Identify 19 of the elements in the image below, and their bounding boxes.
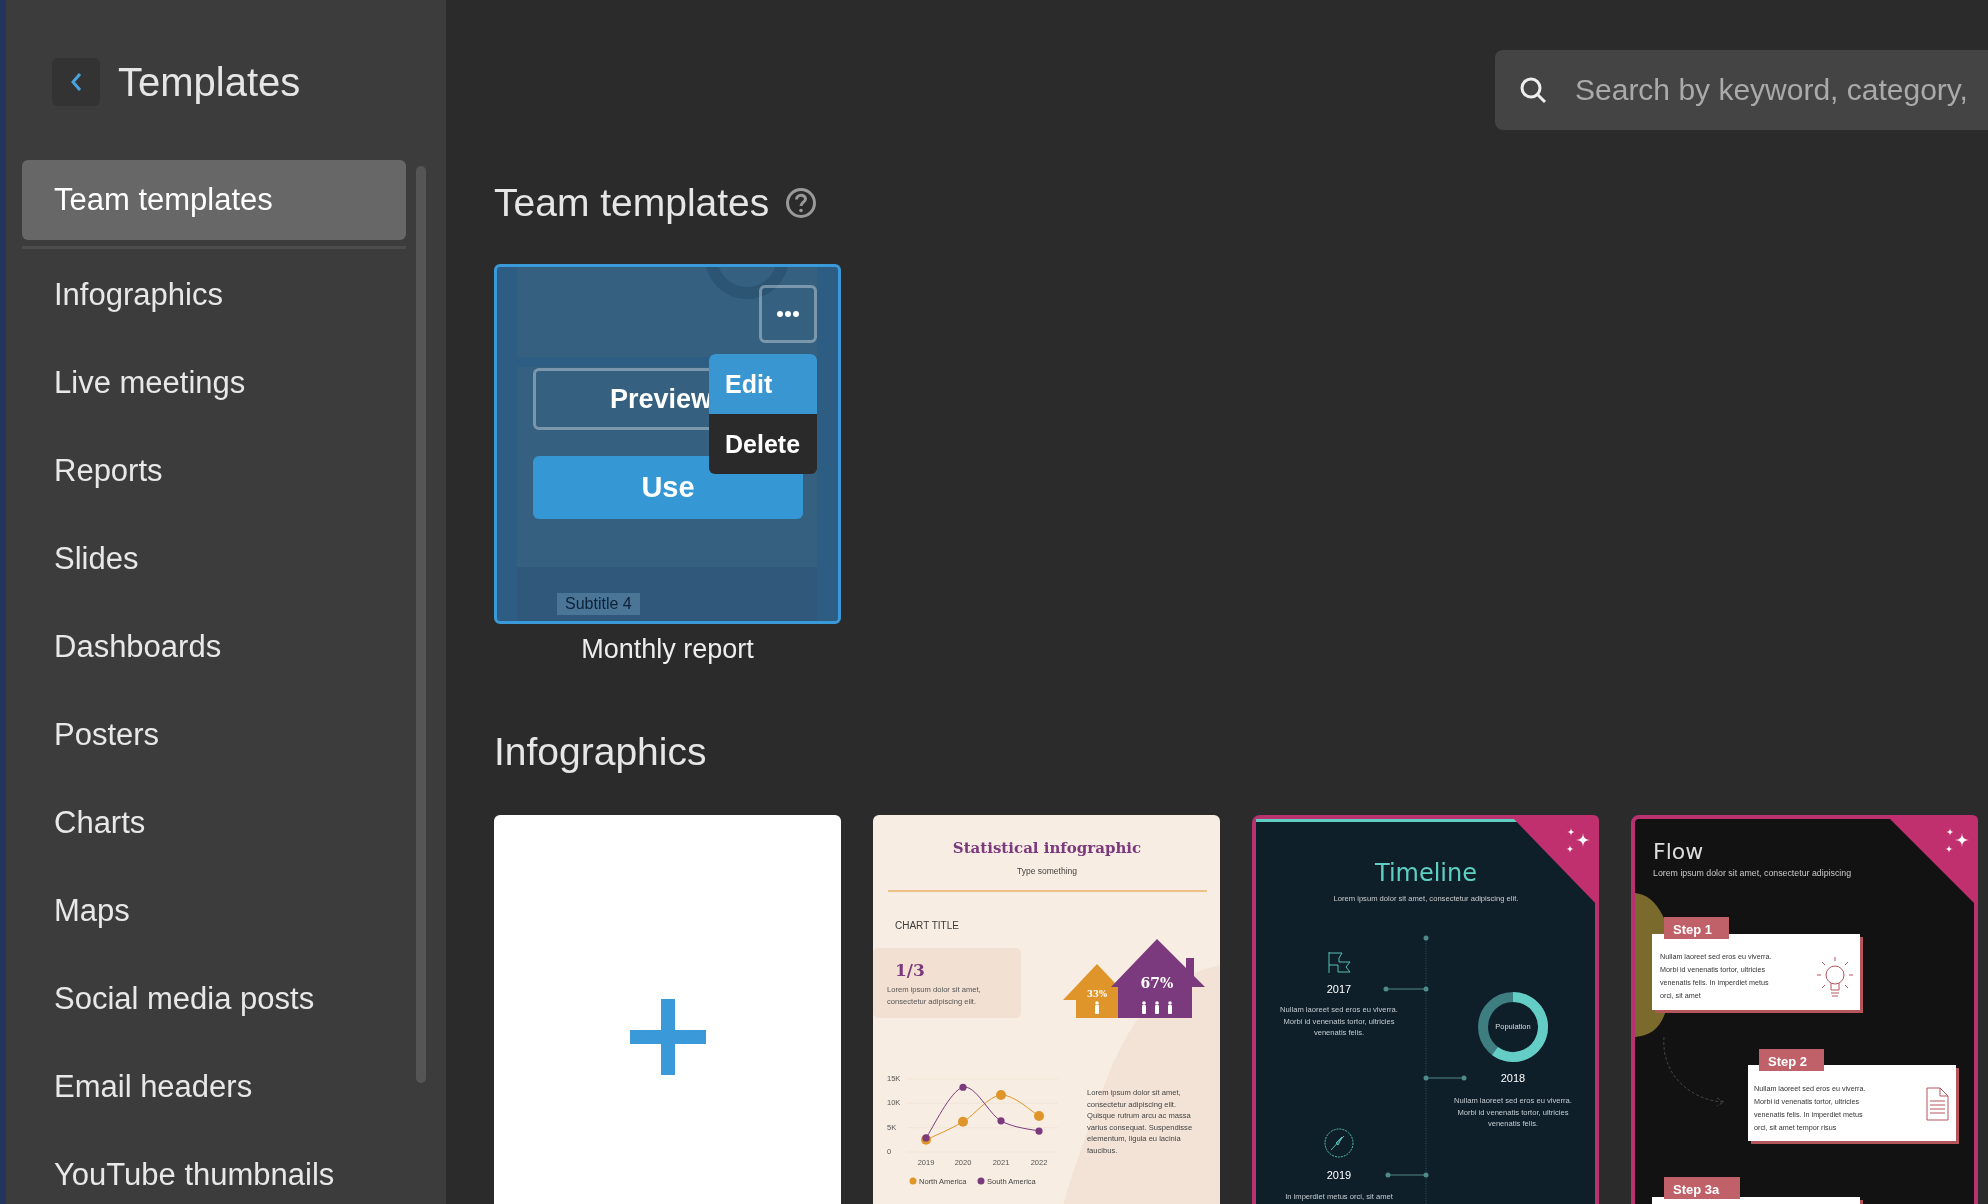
thumbnail-title: Timeline [1375, 859, 1477, 887]
thumbnail-text: Subtitle 4 [557, 593, 640, 615]
timeline-year: 2019 [1326, 1169, 1352, 1181]
timeline-year: 2017 [1326, 983, 1352, 995]
chart-title: CHART TITLE [895, 920, 959, 931]
thumbnail-title: Statistical infographic [952, 839, 1142, 857]
timeline-year: 2018 [1500, 1072, 1526, 1084]
house-chart: 33% 67% [1063, 939, 1205, 1018]
sidebar-title: Templates [118, 59, 301, 105]
step-label: Step 2 [1759, 1049, 1824, 1071]
thumbnail-title: Flow [1653, 839, 1704, 864]
thumbnail-subtitle: Type something [1017, 866, 1077, 876]
template-name: Monthly report [581, 634, 754, 665]
step-label: Step 3a [1664, 1177, 1740, 1199]
step-label: Step 1 [1664, 917, 1729, 939]
thumbnail-subtitle: Lorem ipsum dolor sit amet, consectetur adipiscing [1653, 868, 1852, 878]
section-heading: Infographics [494, 730, 707, 774]
stat-value: 1/3 [895, 960, 925, 980]
section-heading: Team templates [494, 181, 770, 225]
